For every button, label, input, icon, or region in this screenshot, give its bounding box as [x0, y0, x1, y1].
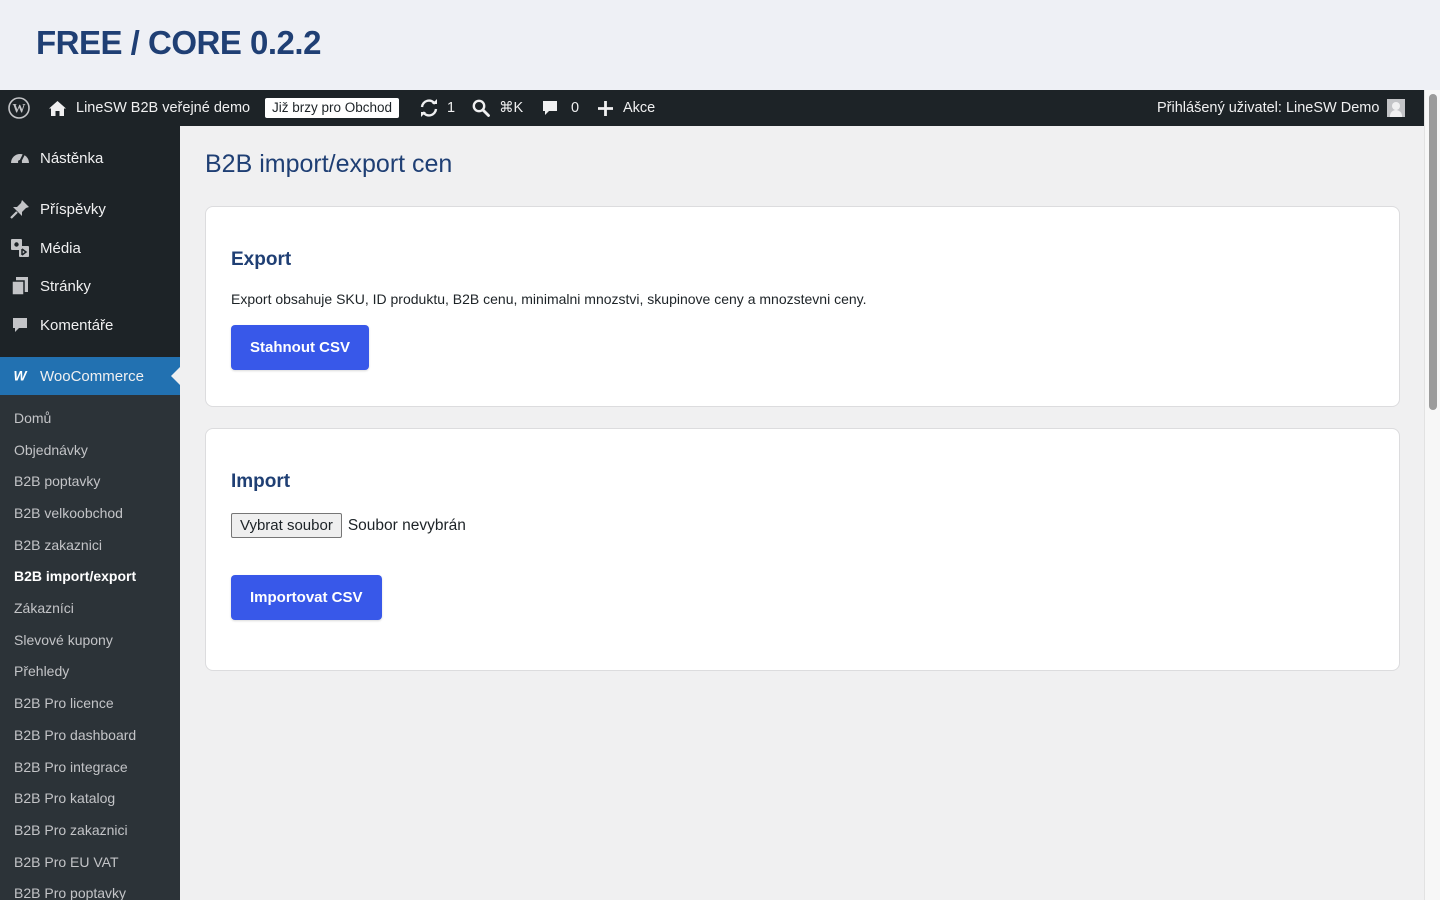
menu-label-comments: Komentáře — [40, 316, 114, 334]
site-name: LineSW B2B veřejné demo — [76, 100, 251, 116]
svg-text:W: W — [13, 101, 26, 116]
scrollbar[interactable] — [1424, 90, 1440, 900]
banner: FREE / CORE 0.2.2 — [0, 0, 1440, 90]
comments-count: 0 — [571, 100, 580, 116]
comments-link[interactable]: 0 — [541, 90, 579, 126]
submenu-item-b2b-customers[interactable]: B2B zakaznici — [14, 537, 102, 553]
submenu-item-orders[interactable]: Objednávky — [14, 442, 88, 458]
import-card: Import Vybrat soubor Soubor nevybrán Imp… — [205, 428, 1400, 671]
submenu-item-customers[interactable]: Zákazníci — [14, 600, 74, 616]
search-icon — [472, 99, 490, 117]
menu-item-comments[interactable]: Komentáře — [0, 308, 180, 342]
export-heading: Export — [231, 249, 292, 270]
submenu-item-b2b-pro-integrations[interactable]: B2B Pro integrace — [14, 759, 128, 775]
media-icon — [9, 238, 31, 258]
search-shortcut[interactable]: ⌘K — [472, 90, 523, 126]
scrollbar-thumb[interactable] — [1429, 94, 1437, 410]
menu-label-pages: Stránky — [40, 277, 91, 295]
svg-text:W: W — [14, 369, 28, 383]
import-heading: Import — [231, 471, 291, 492]
coming-soon-badge[interactable]: Již brzy pro Obchod — [265, 90, 400, 126]
submenu-item-b2b-pro-license[interactable]: B2B Pro licence — [14, 695, 114, 711]
submenu-item-b2b-pro-inquiries[interactable]: B2B Pro poptavky — [14, 885, 126, 900]
submenu-item-home[interactable]: Domů — [14, 410, 51, 426]
submenu-item-b2b-pro-customers[interactable]: B2B Pro zakaznici — [14, 822, 128, 838]
new-content-label: Akce — [623, 100, 656, 116]
menu-label-media: Média — [40, 239, 81, 257]
export-description: Export obsahuje SKU, ID produktu, B2B ce… — [231, 291, 867, 307]
menu-item-pages[interactable]: Stránky — [0, 269, 180, 303]
updates-count: 1 — [447, 100, 456, 116]
home-icon — [48, 100, 67, 117]
submenu-item-b2b-import-export[interactable]: B2B import/export — [14, 568, 136, 584]
export-card: Export Export obsahuje SKU, ID produktu,… — [205, 206, 1400, 407]
submenu-item-reports[interactable]: Přehledy — [14, 663, 69, 679]
comment-icon — [9, 315, 31, 335]
site-link[interactable]: LineSW B2B veřejné demo — [48, 90, 250, 126]
file-status: Soubor nevybrán — [347, 516, 466, 534]
comment-icon — [541, 99, 559, 117]
submenu-item-b2b-wholesale[interactable]: B2B velkoobchod — [14, 505, 123, 521]
submenu-item-b2b-pro-catalog[interactable]: B2B Pro katalog — [14, 790, 115, 806]
admin-bar: W LineSW B2B veřejné demo Již brzy pro O… — [0, 90, 1424, 126]
updates-icon — [419, 99, 439, 117]
banner-title: FREE / CORE 0.2.2 — [36, 24, 321, 61]
download-csv-button[interactable]: Stahnout CSV — [231, 325, 369, 370]
pages-icon — [9, 276, 31, 296]
file-input[interactable]: Vybrat soubor Soubor nevybrán — [231, 513, 466, 538]
woocommerce-submenu: Domů Objednávky B2B poptavky B2B velkoob… — [0, 395, 180, 900]
coming-soon-label: Již brzy pro Obchod — [265, 98, 400, 118]
pin-icon — [9, 199, 31, 219]
menu-label-dashboard: Nástěnka — [40, 149, 104, 167]
avatar — [1387, 99, 1406, 117]
my-account[interactable]: Přihlášený uživatel: LineSW Demo — [1157, 90, 1406, 126]
menu-item-dashboard[interactable]: Nástěnka — [0, 141, 180, 175]
plus-icon — [597, 100, 614, 117]
submenu-item-b2b-inquiries[interactable]: B2B poptavky — [14, 473, 100, 489]
import-csv-button[interactable]: Importovat CSV — [231, 575, 382, 620]
admin-sidebar: Nástěnka Příspěvky Média Stránky Komentá… — [0, 126, 180, 900]
submenu-item-b2b-pro-eu-vat[interactable]: B2B Pro EU VAT — [14, 854, 119, 870]
menu-item-posts[interactable]: Příspěvky — [0, 192, 180, 226]
new-content-link[interactable]: Akce — [597, 90, 655, 126]
submenu-item-b2b-pro-dashboard[interactable]: B2B Pro dashboard — [14, 727, 136, 743]
page-title: B2B import/export cen — [205, 150, 453, 178]
search-shortcut-label: ⌘K — [499, 100, 524, 116]
wordpress-logo-icon[interactable]: W — [8, 90, 30, 126]
dashboard-icon — [9, 148, 31, 168]
menu-label-woocommerce: WooCommerce — [40, 367, 144, 385]
woo-icon: W — [9, 366, 31, 386]
menu-item-woocommerce[interactable]: W WooCommerce — [0, 357, 180, 395]
menu-item-media[interactable]: Média — [0, 231, 180, 265]
user-greeting: Přihlášený uživatel: LineSW Demo — [1157, 100, 1380, 116]
menu-label-posts: Příspěvky — [40, 200, 106, 218]
main-content: B2B import/export cen Export Export obsa… — [180, 126, 1424, 900]
submenu-item-coupons[interactable]: Slevové kupony — [14, 632, 113, 648]
updates-link[interactable]: 1 — [419, 90, 455, 126]
choose-file-button[interactable]: Vybrat soubor — [231, 513, 342, 538]
